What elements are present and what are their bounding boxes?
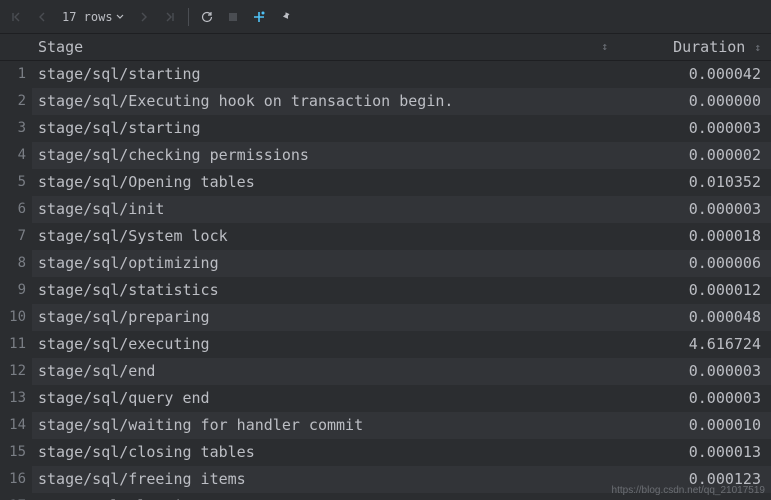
sort-indicator: ↕ bbox=[601, 34, 608, 60]
cell-duration[interactable]: 0.000003 bbox=[616, 385, 771, 412]
cell-duration[interactable]: 0.000000 bbox=[616, 88, 771, 115]
cell-stage[interactable]: stage/sql/end bbox=[32, 358, 616, 385]
row-number: 15 bbox=[0, 439, 32, 466]
cell-stage[interactable]: stage/sql/closing tables bbox=[32, 439, 616, 466]
row-count-selector[interactable]: 17 rows bbox=[56, 5, 130, 29]
plus-sparkle-icon bbox=[252, 10, 266, 24]
cell-stage[interactable]: stage/sql/cleaning up bbox=[32, 493, 616, 500]
row-number: 8 bbox=[0, 250, 32, 277]
row-number: 12 bbox=[0, 358, 32, 385]
cell-duration[interactable]: 0.000006 bbox=[616, 250, 771, 277]
row-number: 9 bbox=[0, 277, 32, 304]
cell-duration[interactable]: 4.616724 bbox=[616, 331, 771, 358]
table-row[interactable]: 10stage/sql/preparing0.000048 bbox=[0, 304, 771, 331]
cell-duration[interactable]: 0.000042 bbox=[616, 61, 771, 88]
row-number: 11 bbox=[0, 331, 32, 358]
cell-duration[interactable]: 0.000010 bbox=[616, 412, 771, 439]
cell-stage[interactable]: stage/sql/Opening tables bbox=[32, 169, 616, 196]
stop-icon bbox=[227, 11, 239, 23]
cell-stage[interactable]: stage/sql/starting bbox=[32, 61, 616, 88]
cell-duration[interactable]: 0.000012 bbox=[616, 277, 771, 304]
row-number: 3 bbox=[0, 115, 32, 142]
grid-header: Stage ↕ Duration ↕ bbox=[0, 34, 771, 61]
cell-stage[interactable]: stage/sql/init bbox=[32, 196, 616, 223]
cell-duration[interactable]: 0.000018 bbox=[616, 223, 771, 250]
row-count-label: 17 rows bbox=[62, 10, 113, 24]
column-header-duration[interactable]: Duration ↕ bbox=[616, 34, 771, 60]
cell-stage[interactable]: stage/sql/executing bbox=[32, 331, 616, 358]
pin-icon bbox=[278, 10, 291, 23]
cell-stage[interactable]: stage/sql/optimizing bbox=[32, 250, 616, 277]
table-row[interactable]: 5stage/sql/Opening tables0.010352 bbox=[0, 169, 771, 196]
row-number: 17 bbox=[0, 493, 32, 500]
stop-button[interactable] bbox=[221, 5, 245, 29]
table-row[interactable]: 7stage/sql/System lock0.000018 bbox=[0, 223, 771, 250]
table-row[interactable]: 14stage/sql/waiting for handler commit0.… bbox=[0, 412, 771, 439]
separator bbox=[188, 8, 189, 26]
cell-stage[interactable]: stage/sql/waiting for handler commit bbox=[32, 412, 616, 439]
results-grid: Stage ↕ Duration ↕ 1stage/sql/starting0.… bbox=[0, 34, 771, 500]
row-number: 10 bbox=[0, 304, 32, 331]
column-header-stage[interactable]: Stage ↕ bbox=[32, 34, 616, 60]
row-number: 4 bbox=[0, 142, 32, 169]
row-number: 7 bbox=[0, 223, 32, 250]
cell-stage[interactable]: stage/sql/checking permissions bbox=[32, 142, 616, 169]
cell-duration[interactable]: 0.000013 bbox=[616, 439, 771, 466]
row-number: 13 bbox=[0, 385, 32, 412]
cell-duration[interactable]: 0.000003 bbox=[616, 115, 771, 142]
table-row[interactable]: 4stage/sql/checking permissions0.000002 bbox=[0, 142, 771, 169]
pin-button[interactable] bbox=[273, 5, 297, 29]
cell-stage[interactable]: stage/sql/freeing items bbox=[32, 466, 616, 493]
cell-stage[interactable]: stage/sql/System lock bbox=[32, 223, 616, 250]
table-row[interactable]: 2stage/sql/Executing hook on transaction… bbox=[0, 88, 771, 115]
column-label: Duration bbox=[673, 38, 745, 56]
cell-duration[interactable]: 0.000048 bbox=[616, 304, 771, 331]
first-page-button[interactable] bbox=[4, 5, 28, 29]
row-number: 14 bbox=[0, 412, 32, 439]
gutter-header bbox=[0, 34, 32, 60]
cell-stage[interactable]: stage/sql/preparing bbox=[32, 304, 616, 331]
cell-stage[interactable]: stage/sql/query end bbox=[32, 385, 616, 412]
table-row[interactable]: 11stage/sql/executing4.616724 bbox=[0, 331, 771, 358]
next-page-button[interactable] bbox=[132, 5, 156, 29]
watermark: https://blog.csdn.net/qq_21017519 bbox=[612, 485, 765, 496]
table-row[interactable]: 13stage/sql/query end0.000003 bbox=[0, 385, 771, 412]
cell-duration[interactable]: 0.000003 bbox=[616, 196, 771, 223]
cell-stage[interactable]: stage/sql/starting bbox=[32, 115, 616, 142]
row-number: 1 bbox=[0, 61, 32, 88]
last-page-button[interactable] bbox=[158, 5, 182, 29]
add-row-button[interactable] bbox=[247, 5, 271, 29]
table-row[interactable]: 3stage/sql/starting0.000003 bbox=[0, 115, 771, 142]
cell-stage[interactable]: stage/sql/statistics bbox=[32, 277, 616, 304]
cell-duration[interactable]: 0.010352 bbox=[616, 169, 771, 196]
table-row[interactable]: 15stage/sql/closing tables0.000013 bbox=[0, 439, 771, 466]
row-number: 5 bbox=[0, 169, 32, 196]
prev-page-button[interactable] bbox=[30, 5, 54, 29]
sort-indicator: ↕ bbox=[754, 41, 761, 54]
row-number: 6 bbox=[0, 196, 32, 223]
cell-stage[interactable]: stage/sql/Executing hook on transaction … bbox=[32, 88, 616, 115]
column-label: Stage bbox=[38, 38, 83, 56]
table-row[interactable]: 9stage/sql/statistics0.000012 bbox=[0, 277, 771, 304]
table-row[interactable]: 8stage/sql/optimizing0.000006 bbox=[0, 250, 771, 277]
toolbar: 17 rows bbox=[0, 0, 771, 34]
table-row[interactable]: 1stage/sql/starting0.000042 bbox=[0, 61, 771, 88]
table-row[interactable]: 12stage/sql/end0.000003 bbox=[0, 358, 771, 385]
cell-duration[interactable]: 0.000002 bbox=[616, 142, 771, 169]
table-row[interactable]: 6stage/sql/init0.000003 bbox=[0, 196, 771, 223]
chevron-down-icon bbox=[116, 13, 124, 21]
cell-duration[interactable]: 0.000003 bbox=[616, 358, 771, 385]
reload-button[interactable] bbox=[195, 5, 219, 29]
row-number: 2 bbox=[0, 88, 32, 115]
row-number: 16 bbox=[0, 466, 32, 493]
reload-icon bbox=[200, 10, 214, 24]
